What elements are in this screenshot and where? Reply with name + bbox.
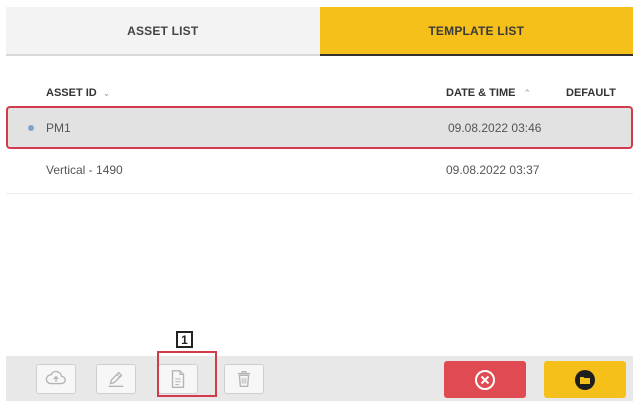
table-row[interactable]: Vertical - 1490 09.08.2022 03:37	[6, 151, 633, 194]
column-header-date-time-label: DATE & TIME	[446, 87, 516, 99]
selection-dot-icon	[28, 125, 34, 131]
trash-icon	[237, 370, 251, 388]
asset-id-cell: Vertical - 1490	[46, 163, 123, 177]
table-header: ASSET ID ⌄ DATE & TIME ⌃ DEFAULT	[6, 84, 633, 102]
table-row-selected[interactable]: PM1 09.08.2022 03:46	[6, 106, 633, 149]
tab-template-list[interactable]: TEMPLATE LIST	[319, 7, 633, 56]
annotation-highlight-box	[157, 351, 217, 397]
column-header-default: DEFAULT	[566, 87, 616, 99]
annotation-label: 1	[176, 331, 193, 348]
column-header-asset-id-label: ASSET ID	[46, 87, 97, 99]
sort-up-icon: ⌃	[523, 87, 532, 98]
tab-asset-list[interactable]: ASSET LIST	[6, 7, 320, 56]
open-folder-button[interactable]	[544, 361, 626, 398]
column-header-date-time[interactable]: DATE & TIME ⌃	[446, 87, 531, 99]
cancel-button[interactable]	[444, 361, 526, 398]
cloud-upload-button[interactable]	[36, 364, 76, 394]
delete-button[interactable]	[224, 364, 264, 394]
edit-button[interactable]	[96, 364, 136, 394]
close-circle-icon	[475, 369, 495, 390]
folder-open-icon	[575, 369, 595, 390]
asset-id-cell: PM1	[46, 121, 71, 135]
sort-down-icon: ⌄	[102, 87, 111, 98]
column-header-asset-id[interactable]: ASSET ID ⌄	[46, 87, 110, 99]
edit-icon	[108, 371, 124, 388]
tab-bar: ASSET LIST TEMPLATE LIST	[6, 7, 633, 56]
bottom-toolbar	[6, 356, 633, 401]
date-time-cell: 09.08.2022 03:46	[448, 121, 542, 135]
date-time-cell: 09.08.2022 03:37	[446, 163, 540, 177]
cloud-upload-icon	[45, 370, 66, 385]
